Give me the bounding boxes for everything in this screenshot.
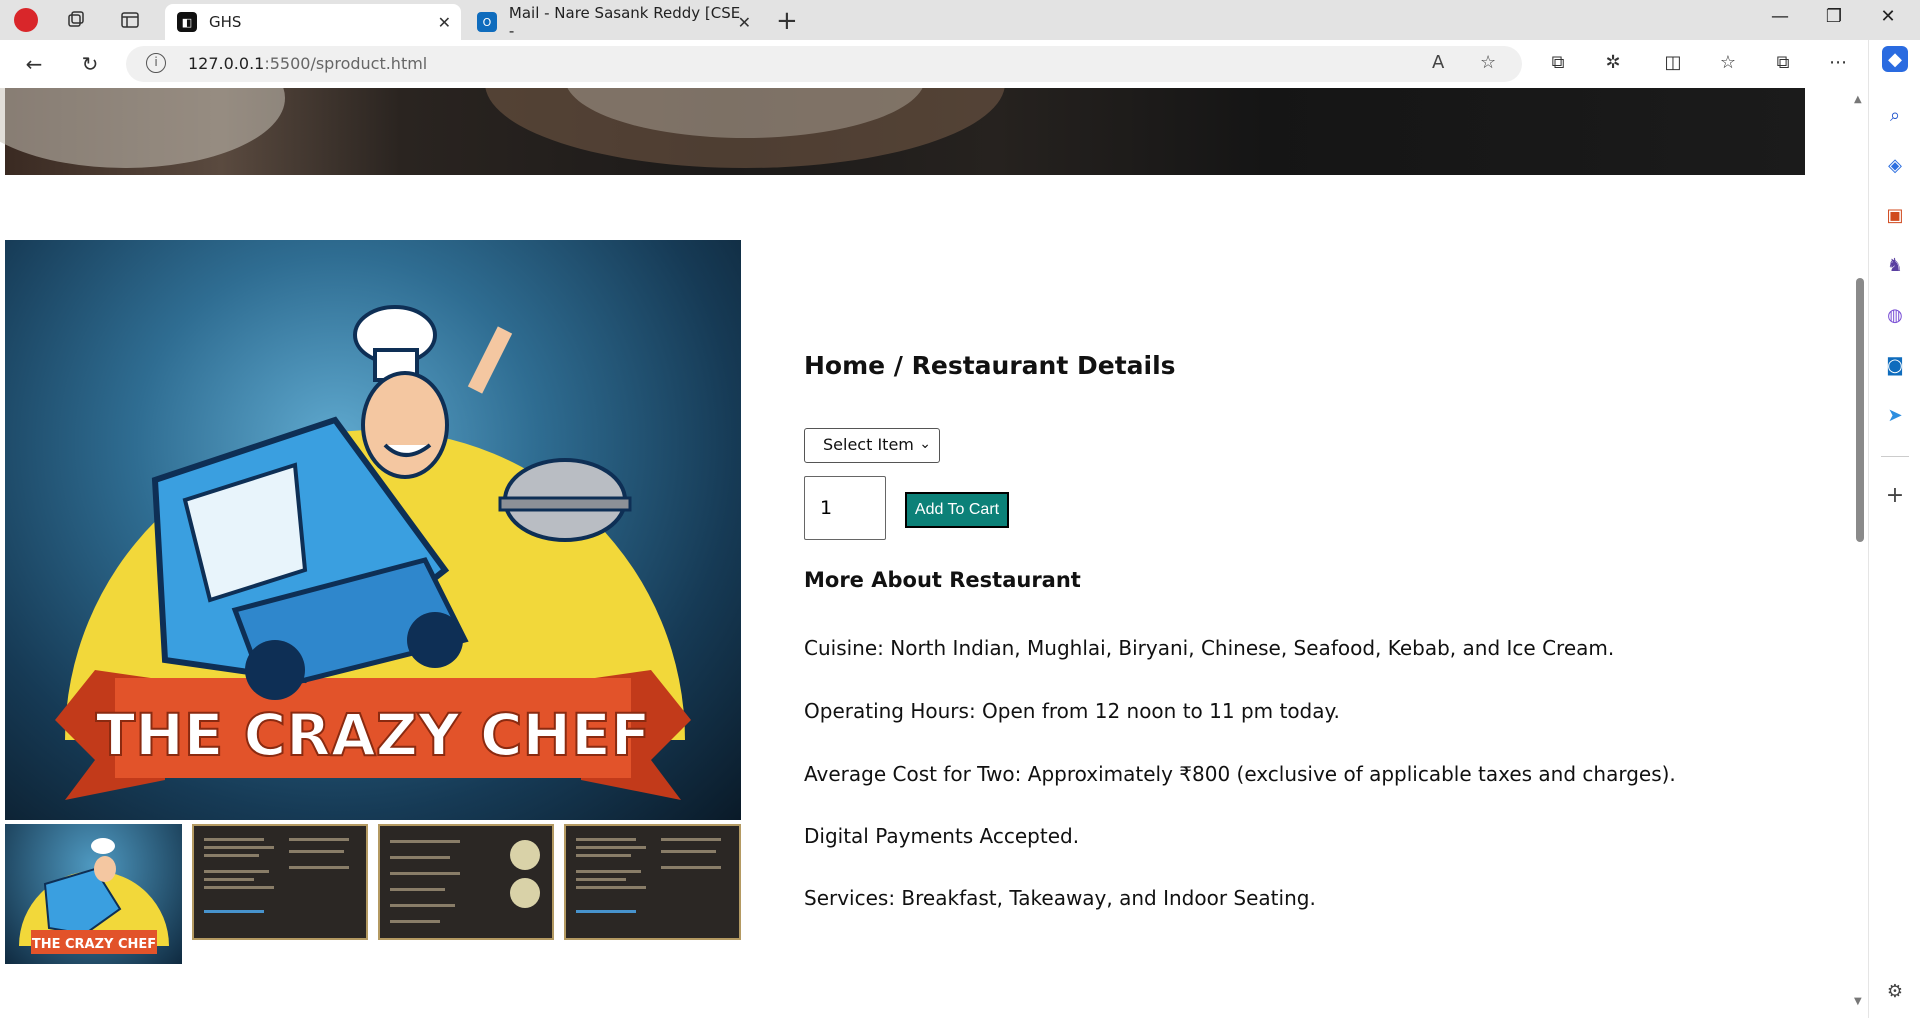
crazy-chef-logo: THE CRAZY CHEF (55, 305, 691, 800)
scroll-up-icon[interactable]: ▲ (1854, 94, 1862, 105)
tab-strip: ◧ GHS ✕ O Mail - Nare Sasank Reddy [CSE … (0, 0, 1920, 40)
vertical-tabs-icon[interactable] (118, 8, 142, 32)
item-select[interactable]: Select Item ⌄ (804, 428, 940, 463)
payments-info: Digital Payments Accepted. (804, 824, 1080, 848)
back-icon[interactable]: ← (20, 50, 48, 78)
thumbnail-logo-text: THE CRAZY CHEF (32, 937, 156, 952)
item-select-value: Select Item (823, 435, 914, 454)
tab-title: GHS (209, 13, 242, 31)
hours-info: Operating Hours: Open from 12 noon to 11… (804, 699, 1340, 723)
profile-avatar-icon[interactable] (14, 8, 38, 32)
refresh-icon[interactable]: ↻ (76, 50, 104, 78)
tab-title: Mail - Nare Sasank Reddy [CSE - (508, 4, 741, 40)
minimize-icon[interactable]: — (1760, 6, 1800, 27)
outlook-icon[interactable]: ◙ (1882, 352, 1908, 378)
more-about-heading: More About Restaurant (804, 568, 1081, 592)
scrollbar-thumb[interactable] (1856, 278, 1864, 542)
read-aloud-icon[interactable]: A (1432, 52, 1444, 73)
microsoft365-icon[interactable]: ◍ (1882, 302, 1908, 328)
url-host: 127.0.0.1 (188, 54, 265, 73)
add-sidebar-app-icon[interactable]: + (1882, 482, 1908, 508)
close-window-icon[interactable]: ✕ (1868, 6, 1908, 27)
search-icon[interactable]: ⌕ (1882, 102, 1908, 128)
ghs-favicon-icon: ◧ (177, 12, 197, 32)
favorite-star-icon[interactable]: ☆ (1480, 52, 1496, 73)
shopping-icon[interactable]: ⧉ (1545, 52, 1571, 73)
page-viewport: THE CRAZY CHEF THE CRAZY CHEF Home / Res… (0, 88, 1868, 1018)
games-icon[interactable]: ♞ (1882, 252, 1908, 278)
page-scrollbar[interactable]: ▲ ▼ (1852, 88, 1868, 1018)
site-info-icon[interactable]: i (146, 53, 166, 73)
copilot-icon[interactable]: ◆ (1882, 46, 1908, 72)
address-bar[interactable]: i 127.0.0.1:5500/sproduct.html A ☆ (126, 46, 1522, 82)
logo-text: THE CRAZY CHEF (96, 701, 651, 769)
sidebar-divider (1881, 456, 1909, 457)
cost-info: Average Cost for Two: Approximately ₹800… (804, 762, 1676, 786)
drop-icon[interactable]: ➤ (1882, 402, 1908, 428)
collections-icon[interactable]: ⧉ (1770, 52, 1796, 73)
tools-icon[interactable]: ▣ (1882, 202, 1908, 228)
outlook-favicon-icon: O (477, 12, 497, 32)
tab-mail[interactable]: O Mail - Nare Sasank Reddy [CSE - ✕ (465, 4, 761, 40)
url-text[interactable]: 127.0.0.1:5500/sproduct.html (188, 54, 427, 73)
quantity-input[interactable]: 1 (804, 476, 886, 540)
favorites-icon[interactable]: ☆ (1715, 52, 1741, 73)
settings-gear-icon[interactable]: ⚙ (1882, 978, 1908, 1004)
workspaces-icon[interactable] (64, 8, 88, 32)
thumbnail-menu-1[interactable] (192, 824, 368, 940)
shopping-tag-icon[interactable]: ◈ (1882, 152, 1908, 178)
hero-banner-image (0, 88, 1805, 175)
thumbnail-gallery: THE CRAZY CHEF (5, 824, 741, 964)
services-info: Services: Breakfast, Takeaway, and Indoo… (804, 886, 1316, 910)
close-tab-icon[interactable]: ✕ (738, 13, 751, 32)
new-tab-icon[interactable]: + (776, 6, 798, 36)
url-path: :5500/sproduct.html (264, 54, 428, 73)
close-tab-icon[interactable]: ✕ (438, 13, 451, 32)
restore-icon[interactable]: ❐ (1814, 6, 1854, 27)
extensions-icon[interactable]: ✲ (1600, 52, 1626, 73)
split-screen-icon[interactable]: ◫ (1660, 52, 1686, 73)
scroll-down-icon[interactable]: ▼ (1854, 996, 1862, 1007)
restaurant-main-image: THE CRAZY CHEF (5, 240, 741, 820)
thumbnail-logo[interactable]: THE CRAZY CHEF (5, 824, 182, 964)
more-menu-icon[interactable]: ⋯ (1825, 52, 1851, 73)
thumbnail-menu-3[interactable] (564, 824, 741, 940)
tab-ghs[interactable]: ◧ GHS ✕ (165, 4, 461, 40)
thumbnail-menu-2[interactable] (378, 824, 554, 940)
cuisine-info: Cuisine: North Indian, Mughlai, Biryani,… (804, 636, 1615, 660)
breadcrumb: Home / Restaurant Details (804, 351, 1176, 380)
browser-toolbar: ← ↻ i 127.0.0.1:5500/sproduct.html A ☆ ⧉… (0, 40, 1920, 88)
edge-sidebar: ◆ ⌕ ◈ ▣ ♞ ◍ ◙ ➤ + ⚙ (1868, 40, 1920, 1018)
chevron-down-icon: ⌄ (919, 436, 931, 452)
add-to-cart-button[interactable]: Add To Cart (905, 492, 1009, 528)
